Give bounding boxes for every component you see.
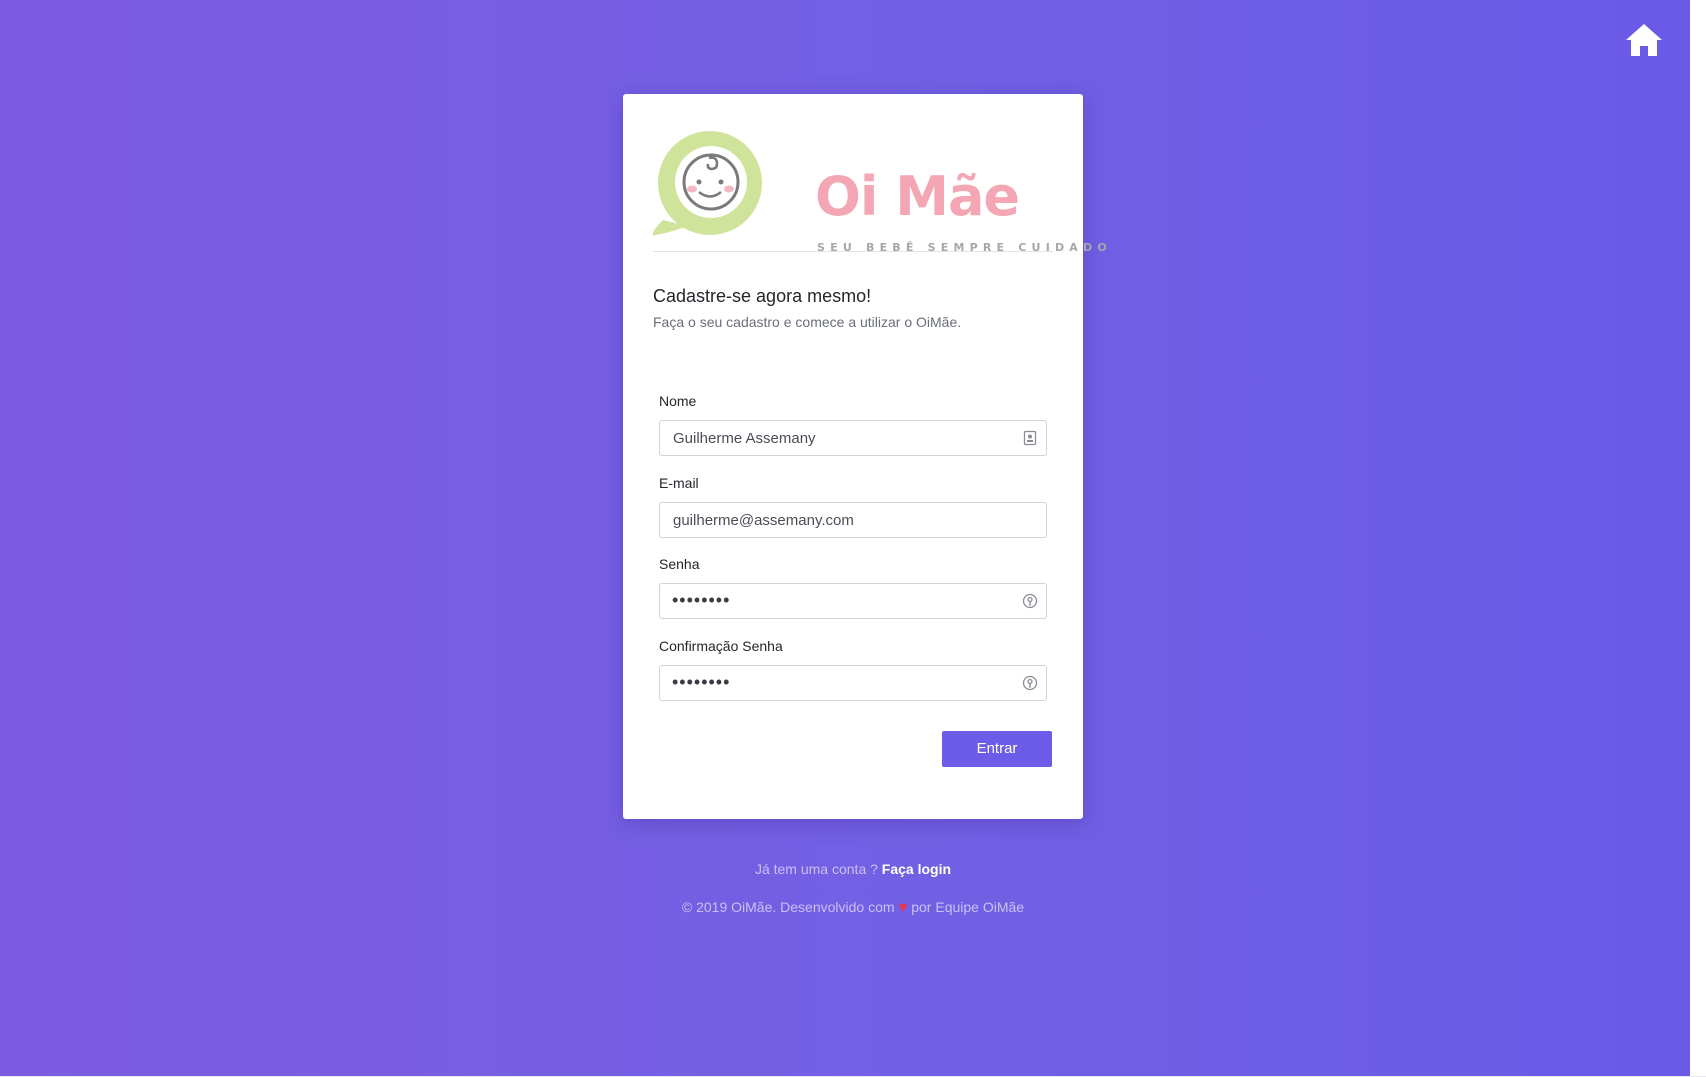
baby-face-logo-icon — [651, 131, 762, 236]
name-label: Nome — [659, 393, 697, 409]
email-label: E-mail — [659, 475, 699, 491]
password-confirm-label: Confirmação Senha — [659, 638, 783, 654]
heart-icon: ♥ — [898, 899, 908, 916]
form-subheading: Faça o seu cadastro e comece a utilizar … — [653, 314, 962, 330]
login-prompt: Já tem uma conta ? Faça login — [0, 861, 1706, 877]
email-field[interactable]: guilherme@assemany.com — [659, 502, 1047, 538]
form-heading: Cadastre-se agora mesmo! — [653, 286, 872, 306]
logo-title: Oi Mãe — [815, 165, 1020, 228]
submit-button[interactable]: Entrar — [942, 731, 1052, 767]
footer-prefix: © 2019 OiMãe. Desenvolvido com — [681, 899, 899, 915]
contact-card-icon[interactable] — [1022, 430, 1038, 446]
password-confirm-value: •••••••• — [672, 672, 731, 692]
email-value: guilherme@assemany.com — [673, 512, 854, 529]
logo: Oi Mãe SEU BEBÊ SEMPRE CUIDADO — [651, 128, 1107, 254]
key-icon[interactable] — [1022, 675, 1038, 691]
divider — [653, 251, 1053, 252]
name-field[interactable]: Guilherme Assemany — [659, 420, 1047, 456]
home-icon[interactable] — [1624, 22, 1664, 58]
password-field[interactable]: •••••••• — [659, 583, 1047, 619]
footer: © 2019 OiMãe. Desenvolvido com ♥ por Equ… — [0, 899, 1706, 916]
footer-suffix: por Equipe OiMãe — [907, 899, 1025, 915]
key-icon[interactable] — [1022, 593, 1038, 609]
login-prompt-text: Já tem uma conta ? — [754, 861, 882, 877]
name-value: Guilherme Assemany — [673, 430, 816, 447]
login-link[interactable]: Faça login — [882, 861, 951, 877]
password-confirm-field[interactable]: •••••••• — [659, 665, 1047, 701]
signup-card: Oi Mãe SEU BEBÊ SEMPRE CUIDADO Cadastre-… — [623, 94, 1107, 819]
password-value: •••••••• — [672, 590, 731, 610]
password-label: Senha — [659, 556, 700, 572]
logo-tagline: SEU BEBÊ SEMPRE CUIDADO — [817, 241, 1112, 254]
